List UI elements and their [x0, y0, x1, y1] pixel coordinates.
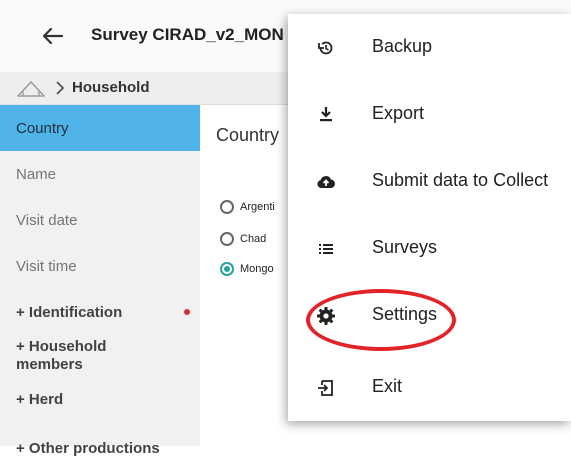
sidebar-item-label: Country [16, 119, 69, 137]
sidebar-item-label: + Other productions [16, 439, 160, 457]
menu-item-label: Surveys [372, 237, 438, 257]
menu-item-surveys[interactable]: Surveys [288, 215, 571, 282]
radio-option-argentina[interactable]: Argenti [220, 197, 275, 217]
chevron-right-icon [56, 81, 65, 95]
field-title: Country [216, 125, 280, 145]
highlight-annotation [306, 289, 456, 351]
menu-item-label: Exit [372, 376, 403, 396]
overflow-menu: Backup Export Submit data to Collect Sur… [288, 14, 571, 421]
download-icon [320, 107, 332, 122]
sidebar-item-label: + Identification [16, 303, 123, 321]
sidebar-item-label: + Herd [16, 390, 64, 408]
sidebar-item-other-productions[interactable]: + Other productions [0, 425, 200, 471]
list-icon [319, 244, 333, 254]
radio-label: Argenti [240, 201, 275, 213]
radio-option-mongolia[interactable]: Mongo [220, 259, 274, 279]
page-title: Survey CIRAD_v2_MON [91, 25, 284, 44]
required-indicator [184, 309, 190, 315]
radio-label: Chad [240, 233, 267, 245]
sidebar-item-label: Visit date [16, 211, 78, 229]
menu-item-label: Submit data to Collect [372, 170, 549, 190]
breadcrumb: Household [0, 72, 290, 105]
sidebar-item-label: Visit time [16, 257, 77, 275]
sidebar-item-country[interactable]: Country [0, 105, 200, 151]
backup-icon [318, 41, 333, 55]
sidebar-item-name[interactable]: Name [0, 151, 200, 197]
radio-button[interactable] [220, 232, 234, 246]
menu-item-label: Export [372, 103, 425, 123]
cloud-upload-icon [317, 176, 335, 188]
menu-item-export[interactable]: Export [288, 81, 571, 148]
home-icon[interactable] [16, 78, 46, 98]
sidebar-item-identification[interactable]: + Identification [0, 289, 200, 335]
radio-button[interactable] [220, 200, 234, 214]
sidebar-item-household-members[interactable]: + Household members [0, 330, 200, 382]
menu-item-backup[interactable]: Backup [288, 14, 571, 81]
sidebar-item-label: Name [16, 165, 57, 183]
sidebar-item-visit-time[interactable]: Visit time [0, 243, 200, 289]
sidebar-item-visit-date[interactable]: Visit date [0, 197, 200, 243]
sidebar-item-herd[interactable]: + Herd [0, 376, 200, 422]
back-arrow-icon[interactable] [40, 24, 66, 48]
sidebar-item-label: + Household members [16, 338, 107, 373]
radio-button-selected[interactable] [220, 262, 234, 276]
menu-item-submit[interactable]: Submit data to Collect [288, 148, 571, 215]
exit-icon [318, 380, 333, 396]
sidebar: Country Name Visit date Visit time + Ide… [0, 105, 201, 457]
menu-item-label: Backup [372, 36, 433, 56]
radio-label: Mongo [240, 263, 274, 275]
breadcrumb-household[interactable]: Household [72, 79, 150, 96]
radio-option-chad[interactable]: Chad [220, 229, 266, 249]
menu-item-exit[interactable]: Exit [288, 354, 571, 421]
